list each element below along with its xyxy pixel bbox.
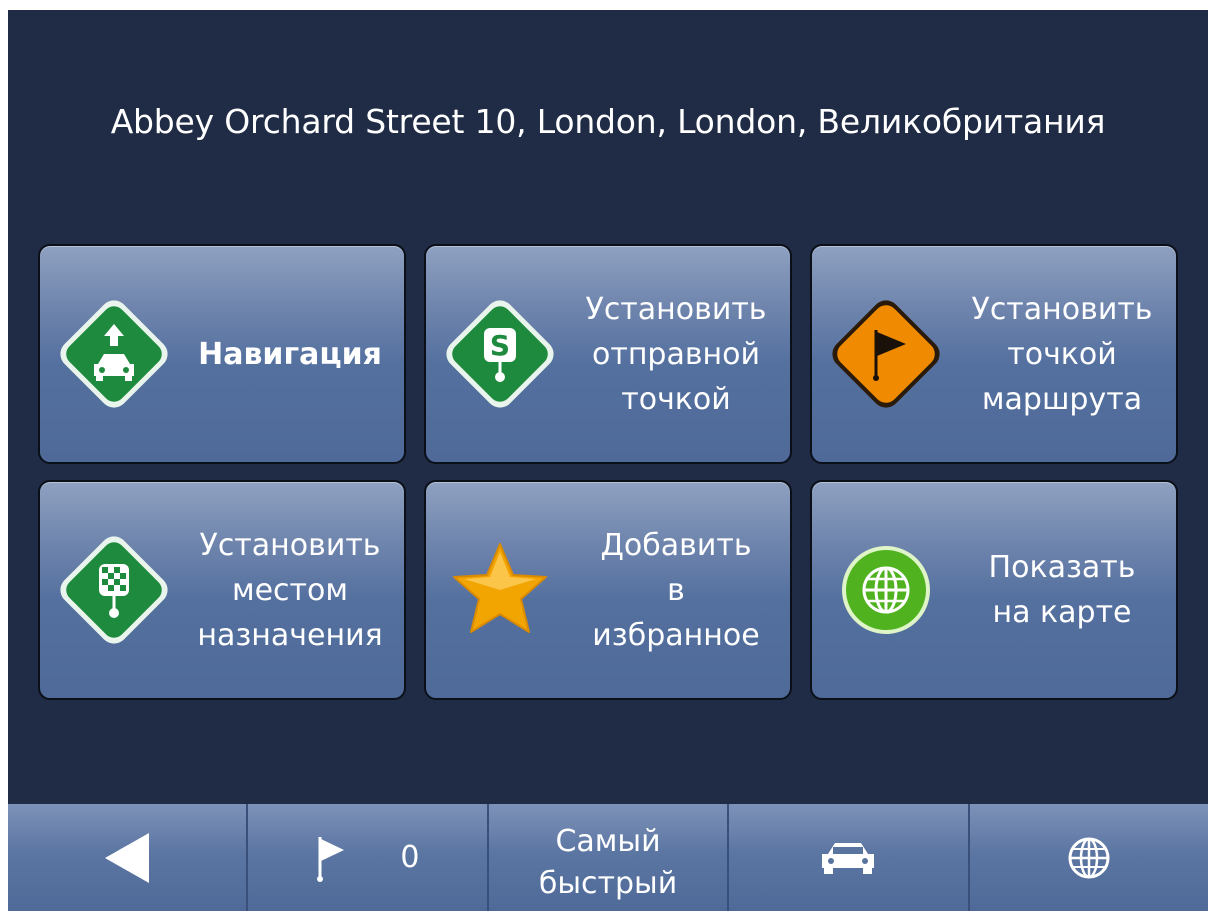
show-on-map-label: Показать на карте (958, 482, 1166, 698)
navigation-car-arrow-icon (60, 300, 168, 408)
waypoint-flag-icon (832, 300, 940, 408)
tile-label-line: назначения (197, 617, 383, 653)
globe-map-icon (842, 546, 930, 634)
map-button[interactable] (969, 804, 1208, 911)
tile-label-line: Установить (199, 527, 381, 563)
add-to-favorites-button[interactable]: Добавить в избранное (424, 480, 792, 700)
screen: Abbey Orchard Street 10, London, London,… (8, 10, 1208, 911)
flag-icon (316, 836, 344, 882)
bottom-toolbar: 0 Самый быстрый (8, 804, 1208, 911)
back-arrow-icon (105, 832, 150, 883)
route-mode-button[interactable]: Самый быстрый (488, 804, 730, 911)
favorite-star-icon (453, 543, 547, 633)
vehicle-button[interactable] (729, 804, 970, 911)
tile-label-line: Навигация (198, 336, 382, 372)
show-on-map-button[interactable]: Показать на карте (810, 480, 1178, 700)
set-destination-label: Установить местом назначения (186, 482, 394, 698)
tile-label-line: точкой (621, 381, 731, 417)
add-favorites-label: Добавить в избранное (572, 482, 780, 698)
car-icon (822, 842, 875, 874)
tile-label-line: Показать (988, 550, 1136, 585)
tile-label-line: отправной (591, 336, 761, 372)
set-waypoint-label: Установить точкой маршрута (958, 246, 1166, 462)
tile-label-line: точкой (1007, 336, 1117, 372)
route-mode-line2: быстрый (538, 865, 678, 901)
tile-label-line: Добавить (600, 527, 752, 563)
tile-label-line: Установить (971, 291, 1153, 327)
navigation-button[interactable]: Навигация (38, 244, 406, 464)
navigation-label: Навигация (186, 246, 394, 462)
tile-label-line: местом (231, 572, 349, 608)
tile-label-line: Установить (585, 291, 767, 327)
back-button[interactable] (8, 804, 249, 911)
tile-label-line: в (667, 572, 685, 608)
tile-label-line: маршрута (981, 381, 1143, 417)
globe-icon (1068, 837, 1110, 878)
waypoints-button[interactable]: 0 (248, 804, 489, 911)
route-mode-line1: Самый (555, 823, 661, 859)
set-start-point-button[interactable]: S Установить отправной точкой (424, 244, 792, 464)
tile-label-line: избранное (592, 617, 760, 653)
tile-label-line: на карте (992, 595, 1132, 630)
set-destination-button[interactable]: Установить местом назначения (38, 480, 406, 700)
set-waypoint-button[interactable]: Установить точкой маршрута (810, 244, 1178, 464)
destination-checkered-icon (60, 536, 168, 644)
svg-text:S: S (490, 329, 510, 362)
set-start-label: Установить отправной точкой (572, 246, 780, 462)
start-point-s-icon: S (446, 300, 554, 408)
waypoints-count: 0 (400, 840, 420, 875)
address-title: Abbey Orchard Street 10, London, London,… (110, 102, 1106, 141)
